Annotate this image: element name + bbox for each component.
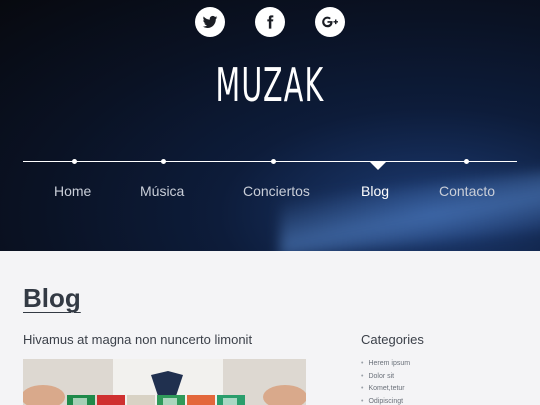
active-nav-indicator	[370, 162, 386, 170]
background-light-streak	[280, 167, 540, 251]
google-plus-icon	[322, 16, 338, 28]
nav-dot	[161, 159, 166, 164]
page: MUZAK Home Música Conciertos Blog Contac…	[0, 0, 540, 405]
page-title: Blog	[23, 283, 81, 313]
category-item[interactable]: Komet,tetur	[361, 383, 410, 396]
category-item[interactable]: Herem ipsum	[361, 358, 410, 371]
nav-item-musica[interactable]: Música	[140, 183, 184, 199]
google-plus-button[interactable]	[315, 7, 345, 37]
nav-dot	[464, 159, 469, 164]
post-image[interactable]	[23, 359, 306, 405]
facebook-icon	[267, 15, 274, 29]
nav-dot	[72, 159, 77, 164]
nav-item-home[interactable]: Home	[54, 183, 91, 199]
category-item[interactable]: Odipiscingt	[361, 396, 410, 405]
category-item[interactable]: Dolor sit	[361, 371, 410, 384]
nav-item-blog[interactable]: Blog	[361, 183, 389, 199]
site-logo[interactable]: MUZAK	[103, 58, 438, 112]
nav-item-contacto[interactable]: Contacto	[439, 183, 495, 199]
twitter-button[interactable]	[195, 7, 225, 37]
sidebar-title: Categories	[361, 332, 424, 347]
nav-dot	[271, 159, 276, 164]
nav-item-conciertos[interactable]: Conciertos	[243, 183, 310, 199]
post-title[interactable]: Hivamus at magna non nuncerto limonit	[23, 332, 252, 347]
twitter-icon	[202, 15, 218, 28]
post-photo-blocks	[23, 359, 306, 405]
facebook-button[interactable]	[255, 7, 285, 37]
social-links	[0, 7, 540, 39]
hero-header: MUZAK Home Música Conciertos Blog Contac…	[0, 0, 540, 251]
category-list: Herem ipsum Dolor sit Komet,tetur Odipis…	[361, 358, 410, 405]
nav-divider-line	[23, 161, 517, 162]
